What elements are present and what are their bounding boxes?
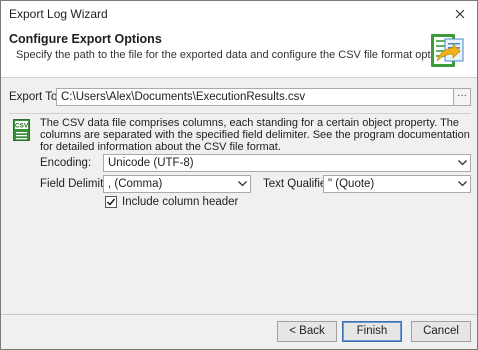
text-qualifier-dropdown[interactable]: " (Quote) [323, 175, 471, 193]
chevron-down-icon [454, 155, 470, 171]
cancel-button[interactable]: Cancel [411, 321, 471, 342]
export-to-file-icon [431, 34, 464, 67]
close-icon [455, 9, 465, 19]
close-button[interactable] [443, 1, 477, 27]
csv-description: The CSV data file comprises columns, eac… [40, 117, 470, 153]
page-subtitle: Specify the path to the file for the exp… [16, 49, 454, 61]
title-bar: Export Log Wizard [1, 1, 477, 27]
export-to-label: Export To: [9, 91, 61, 103]
divider [9, 113, 471, 114]
text-qualifier-value: " (Quote) [328, 178, 375, 190]
field-delimiter-dropdown[interactable]: , (Comma) [103, 175, 251, 193]
back-button[interactable]: < Back [277, 321, 337, 342]
field-delimiter-value: , (Comma) [108, 178, 163, 190]
include-header-label: Include column header [122, 196, 239, 208]
encoding-label: Encoding: [40, 157, 92, 169]
finish-button[interactable]: Finish [342, 321, 402, 342]
browse-button[interactable]: ··· [453, 89, 470, 105]
export-to-field: ··· [56, 88, 471, 106]
export-log-wizard-window: Export Log Wizard Configure Export Optio… [0, 0, 478, 350]
export-to-row: Export To: ··· [9, 88, 471, 108]
export-path-input[interactable] [57, 89, 460, 105]
chevron-down-icon [454, 176, 470, 192]
include-header-checkbox[interactable] [105, 196, 117, 208]
footer-divider [1, 314, 477, 315]
checkmark-icon [106, 198, 116, 206]
wizard-header: Configure Export Options Specify the pat… [1, 27, 477, 78]
encoding-dropdown[interactable]: Unicode (UTF-8) [103, 154, 471, 172]
svg-text:CSV: CSV [15, 123, 29, 130]
page-title: Configure Export Options [9, 32, 162, 46]
chevron-down-icon [234, 176, 250, 192]
encoding-value: Unicode (UTF-8) [108, 157, 194, 169]
csv-file-icon: CSV [13, 119, 30, 141]
window-title: Export Log Wizard [9, 7, 108, 21]
